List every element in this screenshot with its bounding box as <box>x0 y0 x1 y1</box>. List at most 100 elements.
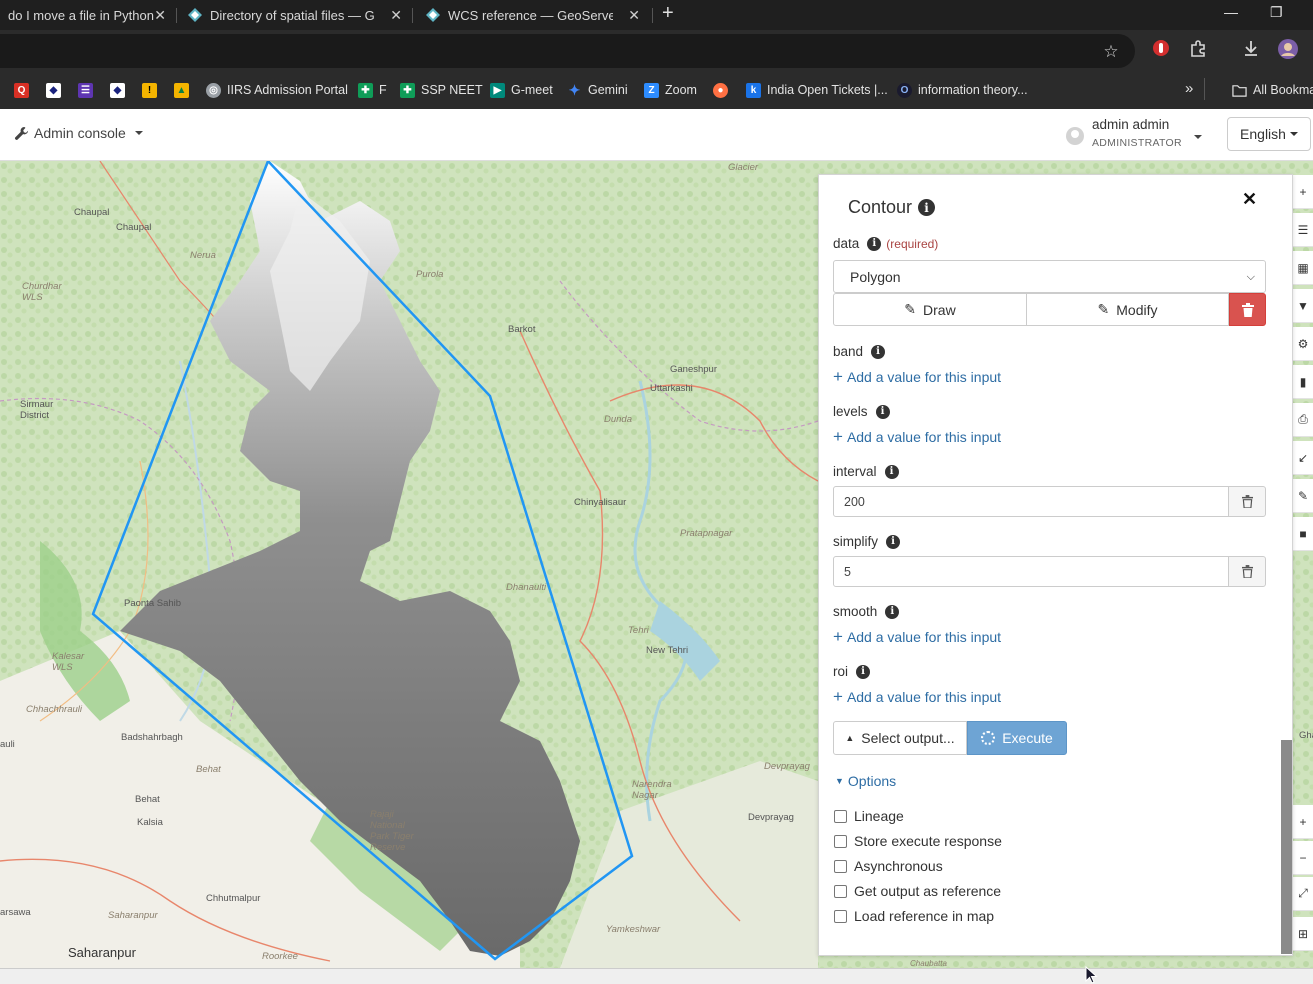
checkbox[interactable] <box>834 834 847 848</box>
bookmark-item[interactable]: ! <box>142 80 163 100</box>
browser-tab[interactable]: WCS reference — GeoServer 2. ✕ <box>418 0 646 30</box>
info-icon[interactable]: i <box>886 534 901 549</box>
field-label: levels <box>833 404 868 419</box>
extension-red-icon[interactable] <box>1150 39 1172 61</box>
exclaim-icon: ! <box>142 82 157 98</box>
select-output-label: Select output... <box>861 730 955 746</box>
info-icon[interactable]: i <box>856 664 871 679</box>
user-menu[interactable]: admin admin ADMINISTRATOR <box>1066 117 1202 155</box>
bookmark-item[interactable]: ▶ G-meet <box>490 80 553 100</box>
checkbox[interactable] <box>834 859 847 873</box>
levels-add-link[interactable]: + Add a value for this input <box>833 428 1001 445</box>
simplify-remove-button[interactable] <box>1228 556 1266 587</box>
extensions-puzzle-icon[interactable] <box>1187 39 1209 61</box>
checkbox[interactable] <box>834 884 847 898</box>
load-reference-checkbox-row[interactable]: Load reference in map <box>834 908 994 924</box>
band-add-link[interactable]: + Add a value for this input <box>833 368 1001 385</box>
simplify-input[interactable]: 5 <box>833 556 1229 587</box>
admin-console-menu[interactable]: Admin console <box>14 125 143 141</box>
options-toggle[interactable]: ▼ Options <box>835 773 896 789</box>
book-icon[interactable]: ▮ <box>1293 365 1313 399</box>
bookmark-item[interactable]: ◎ IIRS Admission Portal <box>206 80 348 100</box>
info-icon[interactable]: i <box>884 464 899 479</box>
zoom-out-icon[interactable]: − <box>1293 841 1313 875</box>
bookmark-item[interactable]: Oinformation theory... <box>897 80 1028 100</box>
map-place-label: Gha <box>1299 730 1313 741</box>
profile-avatar-icon[interactable] <box>1277 39 1299 61</box>
bookmark-item[interactable]: ✚ SSP NEET <box>400 80 483 100</box>
edit-icon[interactable]: ✎ <box>1293 479 1313 513</box>
select-output-button[interactable]: ▲ Select output... <box>833 721 967 755</box>
bookmark-item[interactable]: Q <box>14 80 35 100</box>
close-icon[interactable]: ✕ <box>390 7 402 24</box>
panel-scrollbar[interactable] <box>1281 740 1292 954</box>
browser-tab[interactable]: do I move a file in Python ✕ <box>0 0 172 30</box>
star-icon[interactable]: ☆ <box>1100 41 1122 63</box>
chevron-down-icon <box>1289 132 1298 136</box>
restore-icon[interactable]: ❐ <box>1270 4 1283 21</box>
checkbox[interactable] <box>834 809 847 823</box>
mouse-cursor-icon <box>1085 966 1098 984</box>
filter-icon[interactable]: ▼ <box>1293 289 1313 323</box>
smooth-add-link[interactable]: + Add a value for this input <box>833 628 1002 645</box>
store-execute-response-checkbox-row[interactable]: Store execute response <box>834 833 1002 849</box>
checkbox[interactable] <box>834 909 847 923</box>
interval-label: interval i <box>833 464 899 479</box>
table-icon[interactable]: ▦ <box>1293 251 1313 285</box>
admin-console-label: Admin console <box>34 125 126 141</box>
info-icon[interactable]: i <box>918 199 936 216</box>
bookmark-item[interactable]: ✦ Gemini <box>567 80 628 100</box>
more-bookmarks-icon[interactable]: » <box>1185 80 1193 97</box>
add-layer-icon[interactable]: + <box>1293 175 1313 209</box>
all-bookmarks-folder[interactable]: All Bookma <box>1232 80 1313 100</box>
minimize-icon[interactable]: — <box>1224 4 1238 20</box>
gemini-icon: ✦ <box>568 81 581 98</box>
bookmark-item[interactable]: ◆ <box>46 80 67 100</box>
zoom-in-icon[interactable]: + <box>1293 805 1313 839</box>
bookmark-item[interactable]: Z Zoom <box>644 80 697 100</box>
data-select[interactable]: Polygon ⌵ <box>833 260 1266 293</box>
bookmark-item[interactable]: ▲ <box>174 80 195 100</box>
info-icon[interactable]: i <box>875 404 890 419</box>
close-icon[interactable]: ✕ <box>628 7 640 24</box>
browser-tab[interactable]: Directory of spatial files — Geo ✕ <box>180 0 408 30</box>
bookmark-item[interactable]: ☰ <box>78 80 99 100</box>
output-as-reference-checkbox-row[interactable]: Get output as reference <box>834 883 1001 899</box>
delete-button[interactable] <box>1229 293 1266 326</box>
info-icon[interactable]: i <box>867 236 882 251</box>
process-panel: Contour i ✕ data i (required) Polygon ⌵ … <box>818 174 1293 956</box>
lineage-checkbox-row[interactable]: Lineage <box>834 808 904 824</box>
info-icon[interactable]: i <box>885 604 900 619</box>
asynchronous-checkbox-row[interactable]: Asynchronous <box>834 858 943 874</box>
grid-icon[interactable]: ⊞ <box>1293 917 1313 951</box>
modify-button[interactable]: ✎ Modify <box>1026 293 1229 326</box>
execute-button[interactable]: Execute <box>967 721 1067 755</box>
settings-icon[interactable]: ⚙ <box>1293 327 1313 361</box>
interval-input[interactable]: 200 <box>833 486 1229 517</box>
map-place-label: Glacier <box>728 162 759 173</box>
interval-remove-button[interactable] <box>1228 486 1266 517</box>
language-selector[interactable]: English <box>1227 117 1311 151</box>
info-icon[interactable]: i <box>871 344 886 359</box>
bookmark-item[interactable]: ◆ <box>110 80 131 100</box>
close-icon[interactable]: ✕ <box>1242 189 1257 210</box>
fullscreen-icon[interactable]: ⤢ <box>1293 877 1313 911</box>
folder-icon <box>1232 84 1247 97</box>
download-icon[interactable] <box>1240 39 1262 61</box>
new-tab-icon[interactable]: + <box>662 2 674 25</box>
close-icon[interactable]: ✕ <box>154 7 166 24</box>
stop-icon[interactable]: ■ <box>1293 517 1313 551</box>
layers-icon[interactable]: ☰ <box>1293 213 1313 247</box>
bookmark-item[interactable]: k India Open Tickets |... <box>746 80 888 100</box>
bookmarks-bar: Q ◆ ☰ ◆ ! ▲ ◎ IIRS Admission Portal ✚ F ✚ S… <box>0 72 1313 109</box>
roi-add-link[interactable]: + Add a value for this input <box>833 688 1001 705</box>
bookmark-label: SSP NEET <box>421 83 483 97</box>
bookmark-item[interactable]: ✚ F <box>358 80 387 100</box>
measure-icon[interactable]: ↙ <box>1293 441 1313 475</box>
draw-button[interactable]: ✎ Draw <box>833 293 1027 326</box>
url-input[interactable] <box>0 34 1135 68</box>
bookmark-label: All Bookma <box>1253 83 1313 97</box>
bookmark-item[interactable]: ● <box>713 80 734 100</box>
add-link-text: Add a value for this input <box>846 629 1002 645</box>
print-icon[interactable]: ⎙ <box>1293 403 1313 437</box>
